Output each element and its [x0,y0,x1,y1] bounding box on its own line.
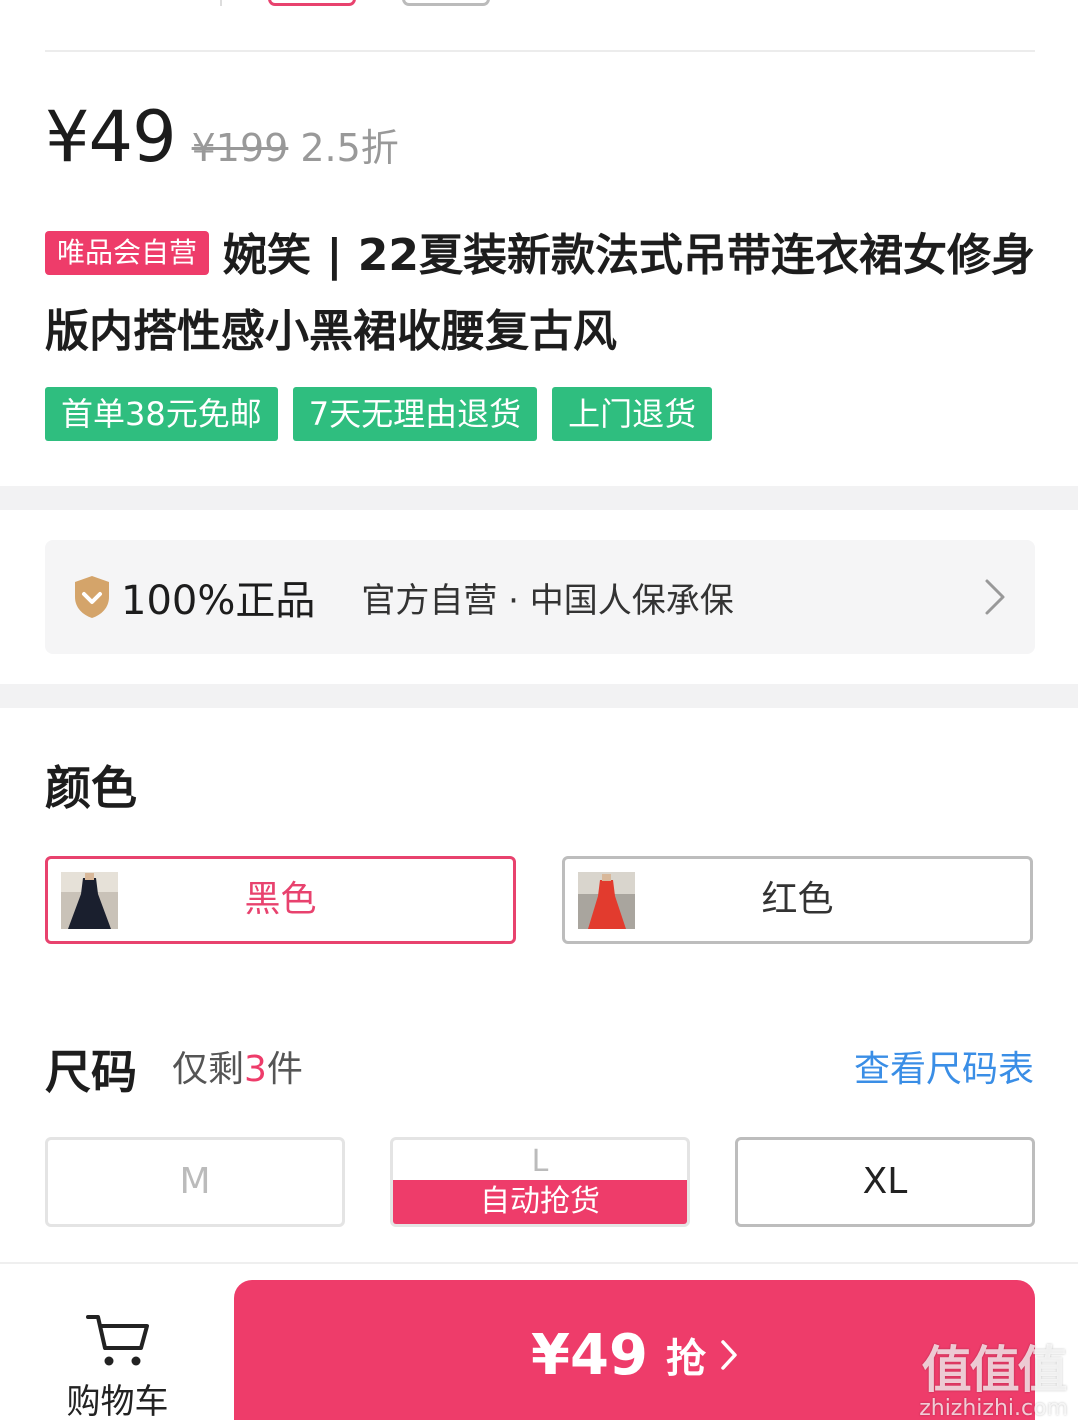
product-title-block: 唯品会自营 婉笑 | 22夏装新款法式吊带连衣裙女修身版内搭性感小黑裙收腰复古风 [45,218,1035,370]
thumbnail-divider [220,0,222,6]
service-tag: 首单38元免邮 [45,387,278,441]
size-option-label: XL [862,1161,908,1202]
chevron-right-icon [985,579,1005,615]
color-option-label: 红色 [761,879,834,920]
thumbnail-selected[interactable] [268,0,356,6]
watermark-url: zhizhizhi.com [919,1396,1068,1420]
color-option-red[interactable]: 红色 [562,856,1033,944]
size-chart-link[interactable]: 查看尺码表 [854,1040,1034,1092]
cart-label: 购物车 [66,1382,169,1420]
stock-suffix: 件 [266,1049,303,1090]
watermark-logo: 值值值 [921,1341,1068,1399]
bottom-action-bar: 购物车 ¥49 抢 [0,1262,1078,1420]
self-operated-badge: 唯品会自营 [45,231,210,275]
size-option-xl[interactable]: XL [735,1137,1035,1227]
service-tags: 首单38元免邮 7天无理由退货 上门退货 [45,387,713,441]
color-section-title: 颜色 [45,761,137,815]
service-tag: 7天无理由退货 [292,387,538,441]
size-section-title: 尺码 [45,1045,137,1099]
chevron-right-icon [721,1340,737,1370]
size-option-l[interactable]: L 自动抢货 [390,1137,690,1227]
buy-price: ¥49 [531,1322,648,1388]
auto-grab-button[interactable]: 自动抢货 [393,1180,687,1224]
divider [45,50,1035,52]
cart-button[interactable]: 购物车 [60,1312,175,1420]
authenticity-guarantee-row[interactable]: 100%正品 官方自营 · 中国人保承保 [45,540,1035,654]
stock-remaining-note: 仅剩3件 [172,1040,303,1092]
current-price: ¥49 [45,96,177,178]
thumbnail[interactable] [402,0,490,6]
stock-count: 3 [244,1049,267,1090]
size-option-label: L [531,1144,549,1179]
buy-now-button[interactable]: ¥49 抢 [234,1280,1035,1420]
buy-label: 抢 [665,1336,706,1382]
color-option-label: 黑色 [244,879,317,920]
shopping-cart-icon [85,1315,149,1366]
price-row: ¥49 ¥199 2.5折 [45,96,399,178]
size-option-m: M [45,1137,345,1227]
color-option-black[interactable]: 黑色 [45,856,516,944]
original-price: ¥199 [191,126,289,170]
guarantee-title: 100%正品 [121,578,316,624]
size-option-label: M [179,1161,211,1202]
stock-prefix: 仅剩 [172,1049,245,1090]
section-separator [0,486,1078,510]
service-tag: 上门退货 [552,387,713,441]
guarantee-description: 官方自营 · 中国人保承保 [361,580,734,621]
section-separator [0,684,1078,708]
image-thumbnail-strip [0,0,1078,52]
shield-check-icon [75,576,109,618]
site-watermark: 值值值 zhizhizhi.com [919,1330,1068,1420]
discount-label: 2.5折 [300,126,399,170]
